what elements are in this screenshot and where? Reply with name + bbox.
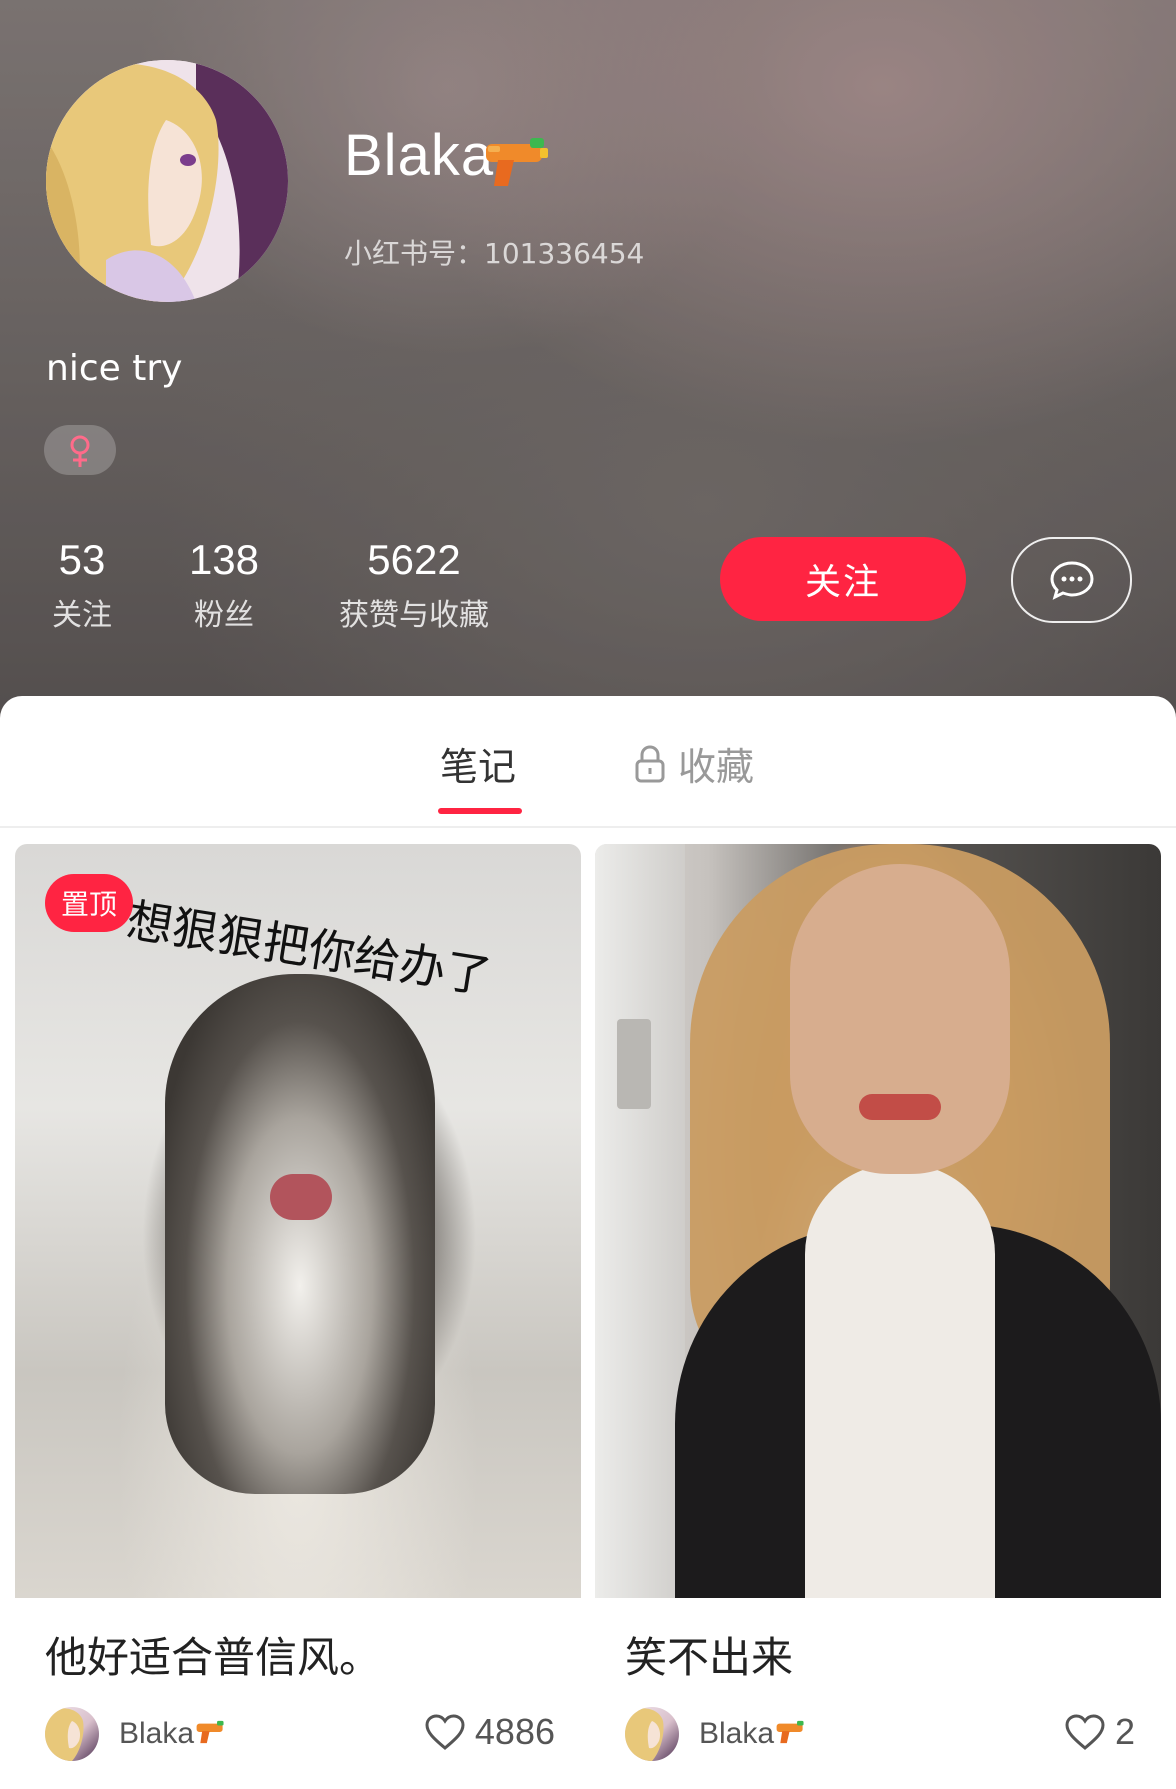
note-title: 他好适合普信风。 [45, 1633, 382, 1682]
lips [859, 1094, 941, 1120]
turtleneck [805, 1164, 995, 1598]
stat-value: 5622 [367, 536, 461, 583]
gender-badge [44, 425, 116, 475]
anime-avatar-image [46, 60, 288, 302]
door-edge [595, 844, 685, 1598]
stat-followers[interactable]: 138 粉丝 [174, 536, 274, 634]
heart-icon [1065, 1714, 1105, 1750]
stat-likes-and-favorites[interactable]: 5622 获赞与收藏 [326, 536, 502, 634]
note-footer: Blaka 2 [625, 1707, 1135, 1765]
water-gun-icon [486, 138, 548, 186]
author-name[interactable]: Blaka [119, 1717, 194, 1751]
tabs-divider [0, 826, 1176, 828]
female-icon [70, 435, 90, 467]
profile-name: Blaka [344, 123, 495, 188]
message-icon [1049, 561, 1094, 600]
face [790, 864, 1010, 1174]
like-count: 4886 [474, 1711, 555, 1752]
profile-avatar[interactable] [46, 60, 288, 302]
note-card[interactable]: 想狠狠把你给办了 置顶 他好适合普信风。 Blaka 4886 [15, 844, 581, 1789]
tab-favorites-label: 收藏 [678, 745, 755, 789]
stat-value: 138 [188, 536, 260, 583]
note-card[interactable]: 笑不出来 Blaka 2 [595, 844, 1161, 1789]
active-tab-indicator [438, 808, 522, 814]
anime-avatar-image [625, 1708, 664, 1761]
message-button[interactable] [1011, 537, 1132, 623]
stat-value: 53 [58, 536, 106, 583]
water-gun-icon [776, 1720, 804, 1744]
like-count: 2 [1114, 1711, 1135, 1752]
water-gun-icon [196, 1720, 224, 1744]
profile-bio: nice try [46, 348, 183, 389]
like-button[interactable]: 4886 [425, 1711, 555, 1753]
stat-label: 关注 [52, 598, 112, 633]
note-footer: Blaka 4886 [45, 1707, 555, 1765]
redbook-id: 小红书号：101336454 [344, 237, 645, 270]
stat-label: 获赞与收藏 [339, 598, 489, 633]
anime-avatar-image [45, 1708, 84, 1761]
like-button[interactable]: 2 [1065, 1711, 1135, 1753]
author-name[interactable]: Blaka [699, 1717, 774, 1751]
stat-label: 粉丝 [194, 598, 254, 633]
cat-figure [165, 974, 435, 1494]
stat-following[interactable]: 53 关注 [36, 536, 128, 634]
note-cover-image[interactable] [595, 844, 1161, 1598]
tab-notes[interactable]: 笔记 [440, 736, 516, 791]
door-hinge [617, 1019, 651, 1109]
lock-icon [635, 744, 665, 782]
pinned-badge: 置顶 [45, 874, 134, 932]
author-avatar[interactable] [45, 1707, 99, 1761]
tab-favorites[interactable]: 收藏 [634, 736, 754, 791]
note-title: 笑不出来 [625, 1633, 794, 1682]
cat-mouth [270, 1174, 332, 1220]
note-cover-image[interactable]: 想狠狠把你给办了 置顶 [15, 844, 581, 1598]
follow-button[interactable]: 关注 [720, 537, 966, 621]
heart-icon [425, 1714, 465, 1750]
author-avatar[interactable] [625, 1707, 679, 1761]
